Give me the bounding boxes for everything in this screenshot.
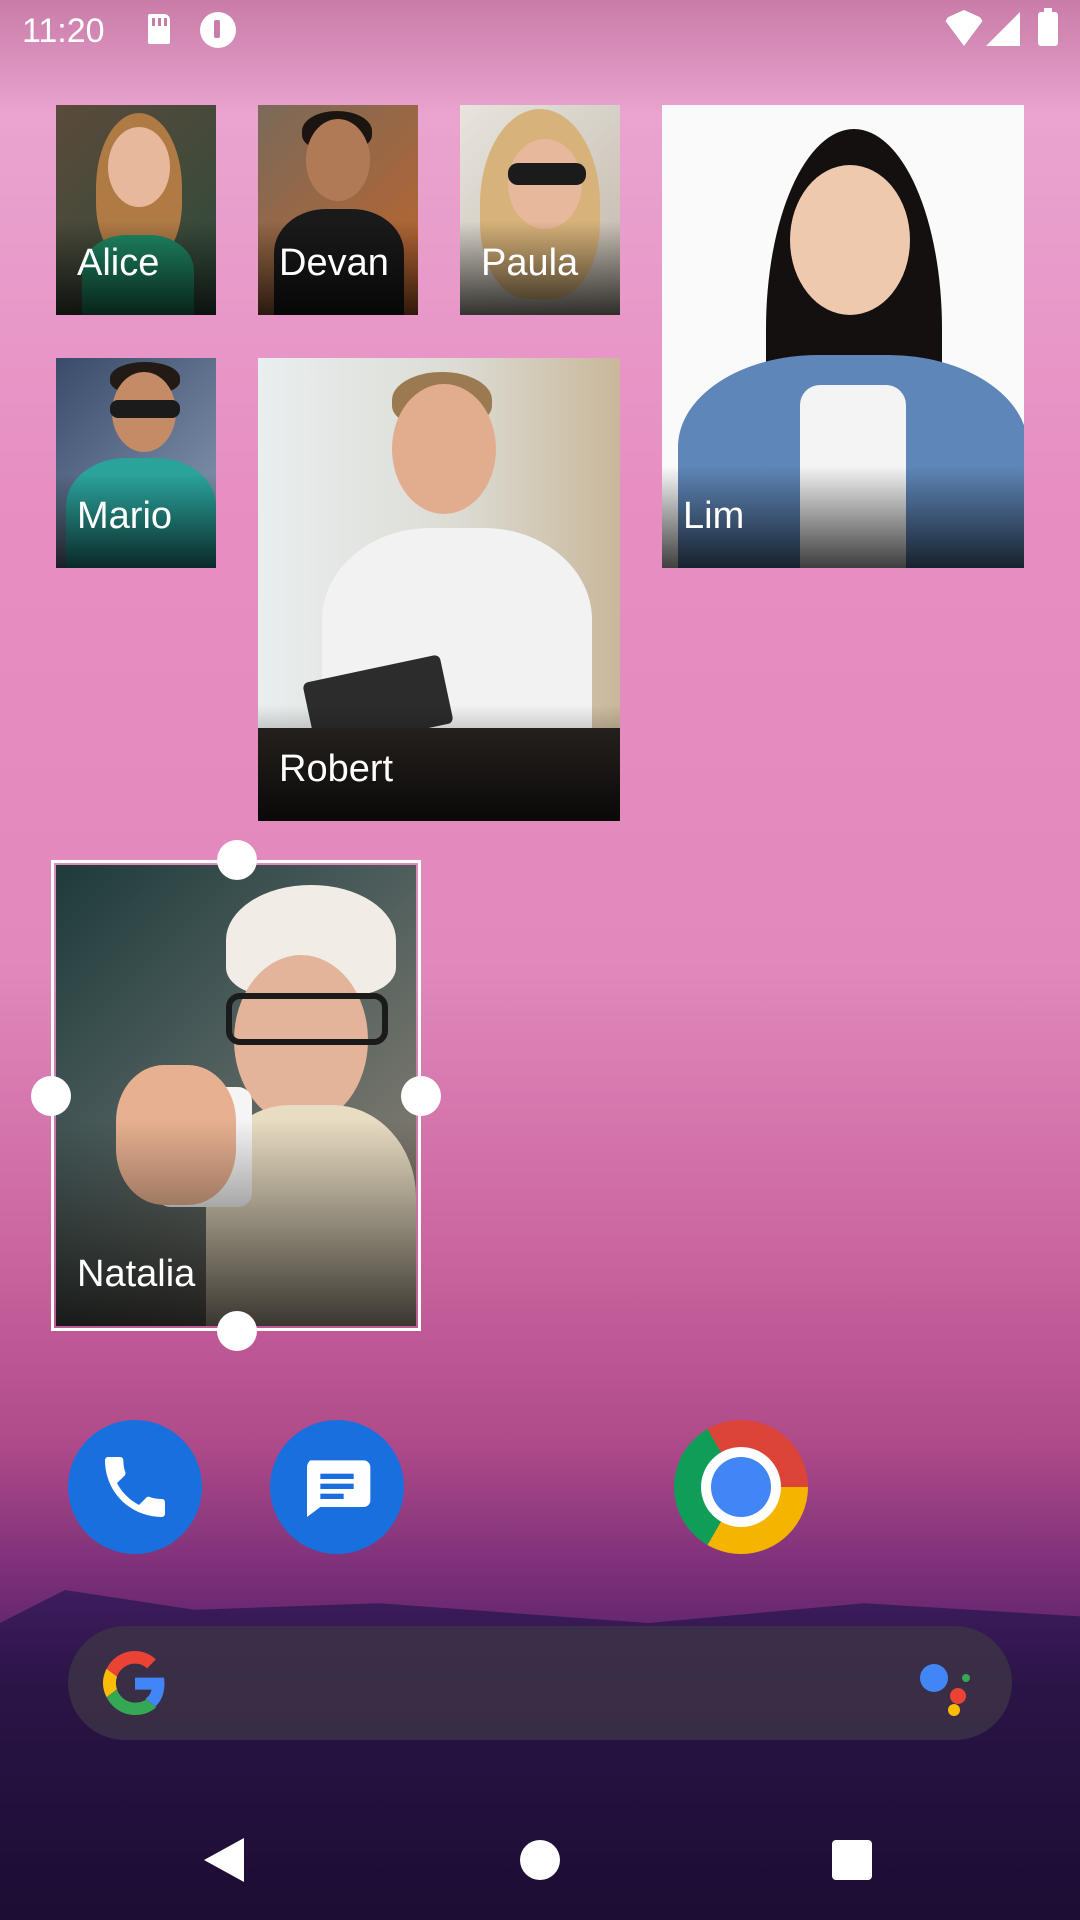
contact-widget-robert[interactable]: Robert: [258, 358, 620, 821]
notification-p-icon: [200, 12, 236, 48]
home-button[interactable]: [520, 1840, 560, 1880]
contact-name: Alice: [77, 242, 160, 284]
google-search-bar[interactable]: [68, 1626, 1012, 1740]
messages-app[interactable]: [270, 1420, 404, 1554]
contact-name: Lim: [683, 495, 745, 537]
battery-icon: [1038, 8, 1058, 46]
status-bar: 11:20: [0, 0, 1080, 64]
navigation-bar: [0, 1820, 1080, 1900]
contact-widget-mario[interactable]: Mario: [56, 358, 216, 568]
recents-button[interactable]: [832, 1840, 872, 1880]
contact-name: Robert: [279, 748, 394, 790]
resize-handle-top[interactable]: [217, 840, 257, 880]
signal-icon: [986, 12, 1020, 46]
contact-name: Mario: [77, 495, 173, 537]
google-assistant-icon: [920, 1664, 970, 1716]
google-logo-icon: [103, 1651, 165, 1715]
phone-icon: [68, 1420, 202, 1554]
contact-widget-paula[interactable]: Paula: [460, 105, 620, 315]
resize-handle-left[interactable]: [31, 1076, 71, 1116]
contact-name: Devan: [279, 242, 389, 284]
contact-widget-lim[interactable]: Lim: [662, 105, 1024, 568]
phone-app[interactable]: [68, 1420, 202, 1554]
contact-widget-alice[interactable]: Alice: [56, 105, 216, 315]
chrome-app[interactable]: [674, 1420, 808, 1554]
contact-widget-devan[interactable]: Devan: [258, 105, 418, 315]
wifi-icon: [944, 10, 984, 46]
resize-handle-bottom[interactable]: [217, 1311, 257, 1351]
widget-resize-frame: [51, 860, 421, 1331]
status-time: 11:20: [22, 12, 105, 50]
contact-name: Paula: [481, 242, 579, 284]
resize-handle-right[interactable]: [401, 1076, 441, 1116]
sd-card-icon: [148, 14, 170, 44]
message-bubble-icon: [270, 1420, 404, 1554]
back-button[interactable]: [204, 1838, 244, 1882]
